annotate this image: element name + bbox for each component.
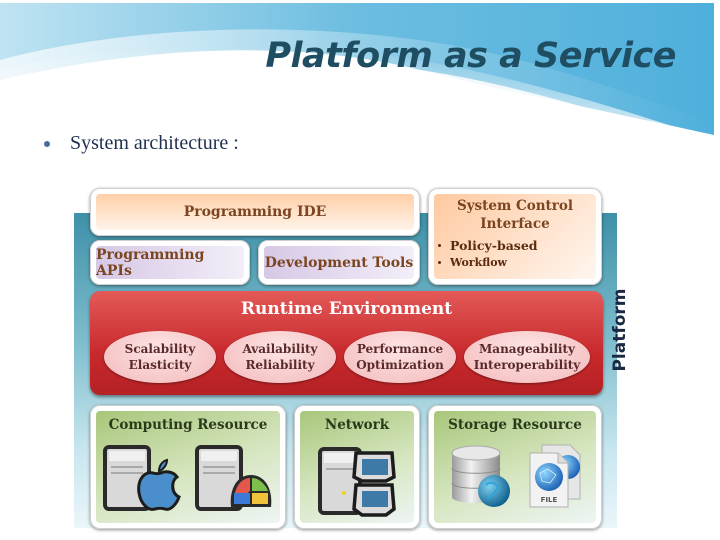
slide-title: Platform as a Service (265, 36, 676, 76)
runtime-environment-title: Runtime Environment (240, 299, 453, 319)
bullet-item: System architecture : (44, 132, 239, 155)
server-apple-icon (103, 445, 181, 511)
programming-ide-box: Programming IDE (90, 188, 420, 236)
bullet-icon (438, 244, 441, 247)
development-tools-label: Development Tools (264, 246, 414, 279)
architecture-diagram: Programming IDE Programming APIs Develop… (70, 183, 645, 533)
network-title: Network (324, 417, 390, 433)
programming-apis-label: Programming APIs (96, 246, 244, 279)
programming-ide-label: Programming IDE (96, 194, 414, 230)
computing-resource-box: Computing Resource (90, 405, 286, 529)
storage-resource-title: Storage Resource (448, 417, 582, 433)
bullet-icon (438, 261, 441, 264)
development-tools-box: Development Tools (258, 240, 420, 285)
oval-performance: Performance Optimization (344, 331, 456, 383)
server-windows-icon (195, 445, 272, 511)
file-globe-icon: FILE (529, 444, 581, 508)
network-box: Network (294, 405, 420, 529)
list-item: Workflow (438, 254, 596, 271)
system-control-interface-box: System Control Interface Policy-based Wo… (428, 188, 602, 285)
bullet-icon (44, 140, 50, 147)
storage-resource-box: Storage Resource FILE (428, 405, 602, 529)
platform-side-label: Platform (610, 288, 630, 372)
computing-resource-title: Computing Resource (108, 417, 268, 433)
oval-scalability: Scalability Elasticity (104, 331, 216, 383)
runtime-environment-box: Runtime Environment Scalability Elastici… (90, 291, 603, 395)
oval-availability: Availability Reliability (224, 331, 336, 383)
programming-apis-box: Programming APIs (90, 240, 250, 285)
server-network-icon (318, 447, 396, 517)
file-label: FILE (541, 496, 558, 504)
system-control-title: System Control Interface (456, 198, 574, 232)
database-globe-icon (451, 445, 510, 507)
system-control-list: Policy-based Workflow (438, 237, 596, 271)
list-item: Policy-based (438, 237, 596, 254)
oval-manageability: Manageability Interoperability (464, 331, 590, 383)
bullet-text: System architecture : (70, 132, 239, 154)
